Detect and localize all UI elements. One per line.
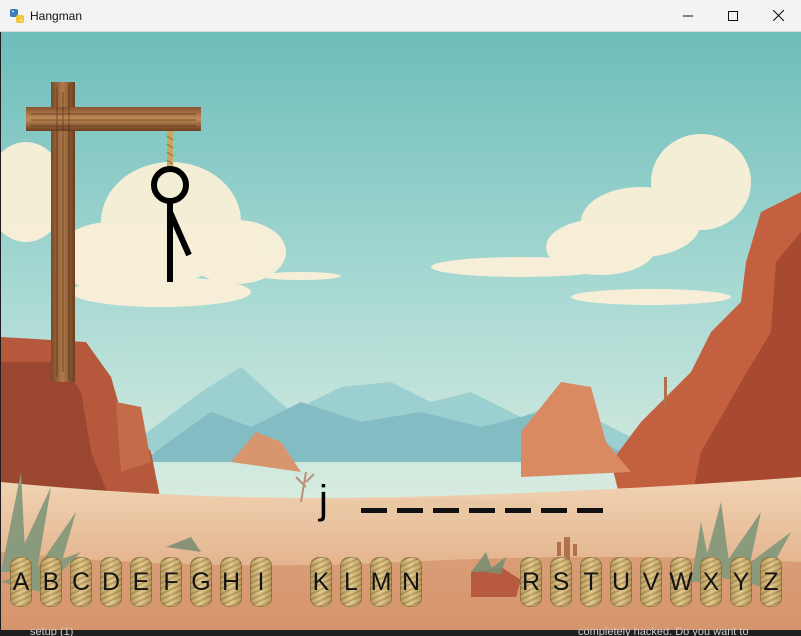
word-blanks	[361, 508, 603, 513]
letter-blank	[361, 508, 387, 513]
close-button[interactable]	[755, 0, 801, 31]
last-guess-letter: j	[319, 478, 328, 522]
letter-keyboard: A B C D E F G H I K L M N R S T U V W X …	[10, 557, 800, 611]
minimize-icon	[683, 15, 693, 16]
key-g[interactable]: G	[190, 557, 212, 607]
key-u[interactable]: U	[610, 557, 632, 607]
close-icon	[772, 10, 784, 21]
python-icon	[9, 8, 25, 24]
maximize-icon	[728, 10, 738, 21]
key-n[interactable]: N	[400, 557, 422, 607]
key-y[interactable]: Y	[730, 557, 752, 607]
letter-blank	[541, 508, 567, 513]
key-e[interactable]: E	[130, 557, 152, 607]
key-k[interactable]: K	[310, 557, 332, 607]
game-canvas: j A B C D E F G H I K L M N R S T U V W …	[1, 32, 801, 636]
key-i[interactable]: I	[250, 557, 272, 607]
key-l[interactable]: L	[340, 557, 362, 607]
key-r[interactable]: R	[520, 557, 542, 607]
key-d[interactable]: D	[100, 557, 122, 607]
letter-blank	[397, 508, 423, 513]
window-title: Hangman	[30, 9, 83, 23]
taskbar-left-text: setup (1)	[30, 626, 74, 636]
letter-blank	[469, 508, 495, 513]
desert-background	[1, 32, 801, 636]
letter-blank	[505, 508, 531, 513]
key-b[interactable]: B	[40, 557, 62, 607]
minimize-button[interactable]	[665, 0, 711, 31]
key-w[interactable]: W	[669, 557, 693, 607]
key-c[interactable]: C	[70, 557, 92, 607]
key-a[interactable]: A	[10, 557, 32, 607]
key-m[interactable]: M	[370, 557, 392, 607]
maximize-button[interactable]	[710, 0, 756, 31]
letter-blank	[433, 508, 459, 513]
key-x[interactable]: X	[700, 557, 722, 607]
key-z[interactable]: Z	[760, 557, 782, 607]
taskbar-right-text: completely hacked. Do you want to	[578, 626, 749, 636]
key-v[interactable]: V	[640, 557, 662, 607]
title-bar: Hangman	[0, 0, 801, 32]
key-s[interactable]: S	[550, 557, 572, 607]
key-h[interactable]: H	[220, 557, 242, 607]
key-t[interactable]: T	[580, 557, 602, 607]
letter-blank	[577, 508, 603, 513]
key-f[interactable]: F	[160, 557, 182, 607]
